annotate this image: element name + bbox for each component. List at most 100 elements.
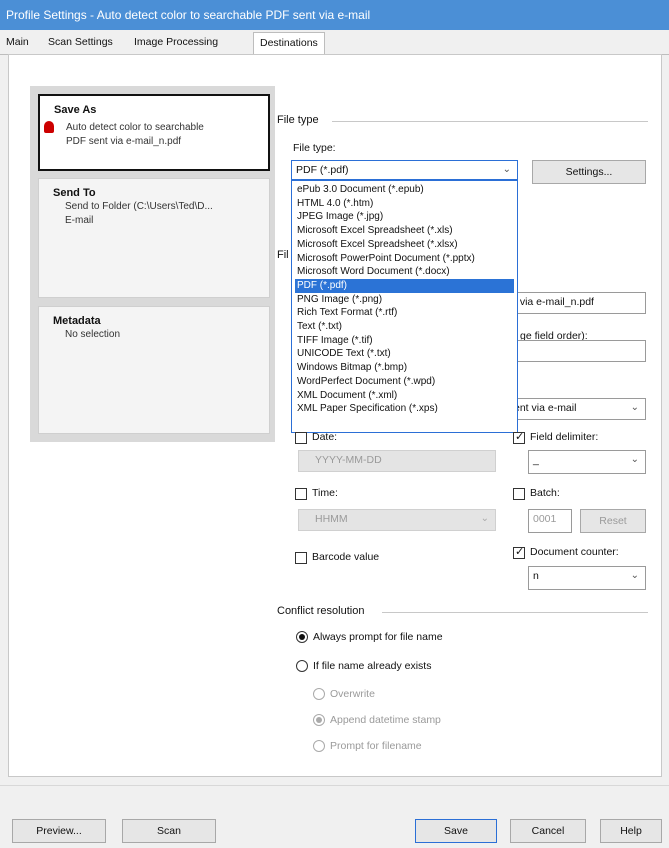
- tab-strip: Main Scan Settings Image Processing Dest…: [0, 30, 669, 55]
- file-name-section-label: Fil: [277, 249, 289, 261]
- pdf-icon: [44, 121, 54, 133]
- send-to-title: Send To: [53, 187, 96, 199]
- file-type-option[interactable]: HTML 4.0 (*.htm): [295, 197, 514, 211]
- tab-image-processing[interactable]: Image Processing: [134, 36, 218, 48]
- reset-button-label: Reset: [599, 515, 627, 527]
- prompt-filename-radio[interactable]: [313, 740, 325, 752]
- file-name-order-input[interactable]: [510, 340, 646, 362]
- overwrite-label: Overwrite: [330, 688, 375, 700]
- date-format-select[interactable]: YYYY-MM-DD: [298, 450, 496, 472]
- always-prompt-radio[interactable]: [296, 631, 308, 643]
- cancel-button-label: Cancel: [531, 825, 565, 837]
- tab-scan-settings[interactable]: Scan Settings: [48, 36, 113, 48]
- file-type-option[interactable]: JPEG Image (*.jpg): [295, 210, 514, 224]
- batch-checkbox[interactable]: [513, 488, 525, 500]
- file-type-option[interactable]: XML Document (*.xml): [295, 389, 514, 403]
- save-button[interactable]: Save: [415, 819, 497, 843]
- file-type-option[interactable]: Microsoft Excel Spreadsheet (*.xlsx): [295, 238, 514, 252]
- file-type-label: File type:: [293, 142, 336, 154]
- metadata-card[interactable]: Metadata No selection: [38, 306, 270, 434]
- file-type-option[interactable]: Microsoft PowerPoint Document (*.pptx): [295, 252, 514, 266]
- prefix-value: ent via e-mail: [514, 402, 577, 414]
- save-as-line1: Auto detect color to searchable: [66, 122, 204, 133]
- document-counter-select[interactable]: n ⌄: [528, 566, 646, 590]
- file-type-option[interactable]: Text (*.txt): [295, 320, 514, 334]
- cancel-button[interactable]: Cancel: [510, 819, 586, 843]
- conflict-divider: [382, 612, 648, 613]
- send-to-line2: E-mail: [65, 215, 94, 226]
- metadata-line1: No selection: [65, 329, 121, 340]
- field-delimiter-value: _: [533, 454, 539, 466]
- scan-button[interactable]: Scan: [122, 819, 216, 843]
- date-format-value: YYYY-MM-DD: [315, 454, 382, 466]
- file-type-select[interactable]: PDF (*.pdf) ⌄: [291, 160, 518, 180]
- document-counter-label: Document counter:: [530, 546, 619, 558]
- time-format-select[interactable]: HHMM ⌄: [298, 509, 496, 531]
- batch-value: 0001: [533, 513, 557, 525]
- tab-destinations[interactable]: Destinations: [253, 32, 325, 54]
- file-type-selected: PDF (*.pdf): [296, 164, 349, 176]
- file-name-value: t via e-mail_n.pdf: [514, 296, 594, 308]
- reset-button[interactable]: Reset: [580, 509, 646, 533]
- append-datetime-label: Append datetime stamp: [330, 714, 441, 726]
- chevron-down-icon: ⌄: [630, 402, 639, 413]
- save-as-card[interactable]: Save As Auto detect color to searchable …: [38, 94, 270, 171]
- save-button-label: Save: [444, 825, 468, 837]
- chevron-down-icon: ⌄: [630, 570, 639, 581]
- batch-input[interactable]: 0001: [528, 509, 572, 533]
- barcode-label: Barcode value: [312, 551, 380, 563]
- append-datetime-radio[interactable]: [313, 714, 325, 726]
- file-type-divider: [332, 121, 648, 122]
- overwrite-radio[interactable]: [313, 688, 325, 700]
- chevron-down-icon: ⌄: [480, 513, 489, 524]
- field-delimiter-select[interactable]: _ ⌄: [528, 450, 646, 474]
- always-prompt-label: Always prompt for file name: [313, 631, 443, 643]
- save-as-line2: PDF sent via e-mail_n.pdf: [66, 136, 182, 147]
- scan-button-label: Scan: [157, 825, 181, 837]
- file-name-input[interactable]: t via e-mail_n.pdf: [510, 292, 646, 314]
- date-label: Date:: [312, 431, 338, 443]
- chevron-down-icon: ⌄: [502, 164, 511, 175]
- send-to-line1: Send to Folder (C:\Users\Ted\D...: [65, 201, 213, 212]
- time-format-value: HHMM: [315, 513, 348, 525]
- destination-cards-pane: Save As Auto detect color to searchable …: [30, 86, 275, 442]
- prompt-filename-label: Prompt for filename: [330, 740, 422, 752]
- file-type-option[interactable]: ePub 3.0 Document (*.epub): [295, 183, 514, 197]
- preview-button-label: Preview...: [36, 825, 82, 837]
- help-button[interactable]: Help: [600, 819, 662, 843]
- send-to-card[interactable]: Send To Send to Folder (C:\Users\Ted\D..…: [38, 178, 270, 298]
- conflict-section-label: Conflict resolution: [277, 605, 365, 617]
- field-delimiter-label: Field delimiter:: [530, 431, 599, 443]
- file-type-option-selected[interactable]: PDF (*.pdf): [295, 278, 514, 293]
- file-type-option[interactable]: UNICODE Text (*.txt): [295, 347, 514, 361]
- file-type-option[interactable]: Microsoft Excel Spreadsheet (*.xls): [295, 224, 514, 238]
- document-counter-checkbox[interactable]: [513, 545, 525, 559]
- window-title-bar: Profile Settings - Auto detect color to …: [0, 0, 669, 30]
- batch-label: Batch:: [530, 487, 560, 499]
- tab-main[interactable]: Main: [6, 36, 29, 48]
- help-button-label: Help: [620, 825, 642, 837]
- file-type-option[interactable]: Rich Text Format (*.rtf): [295, 306, 514, 320]
- file-type-option[interactable]: Microsoft Word Document (*.docx): [295, 265, 514, 279]
- settings-button-label: Settings...: [565, 166, 613, 178]
- window-title: Profile Settings - Auto detect color to …: [6, 8, 371, 22]
- barcode-checkbox[interactable]: [295, 552, 307, 564]
- file-type-option[interactable]: XML Paper Specification (*.xps): [295, 402, 514, 416]
- file-type-option[interactable]: WordPerfect Document (*.wpd): [295, 375, 514, 389]
- file-type-option[interactable]: TIFF Image (*.tif): [295, 334, 514, 348]
- time-checkbox[interactable]: [295, 488, 307, 500]
- if-exists-label: If file name already exists: [313, 660, 432, 672]
- field-delimiter-checkbox[interactable]: [513, 430, 525, 444]
- chevron-down-icon: ⌄: [630, 454, 639, 465]
- file-type-option[interactable]: PNG Image (*.png): [295, 293, 514, 307]
- file-type-dropdown-list[interactable]: ePub 3.0 Document (*.epub) HTML 4.0 (*.h…: [291, 180, 518, 433]
- file-type-option[interactable]: Windows Bitmap (*.bmp): [295, 361, 514, 375]
- preview-button[interactable]: Preview...: [12, 819, 106, 843]
- metadata-title: Metadata: [53, 315, 101, 327]
- save-as-title: Save As: [54, 104, 97, 116]
- prefix-select[interactable]: ent via e-mail ⌄: [510, 398, 646, 420]
- date-checkbox[interactable]: [295, 432, 307, 444]
- time-label: Time:: [312, 487, 338, 499]
- if-exists-radio[interactable]: [296, 660, 308, 672]
- settings-button[interactable]: Settings...: [532, 160, 646, 184]
